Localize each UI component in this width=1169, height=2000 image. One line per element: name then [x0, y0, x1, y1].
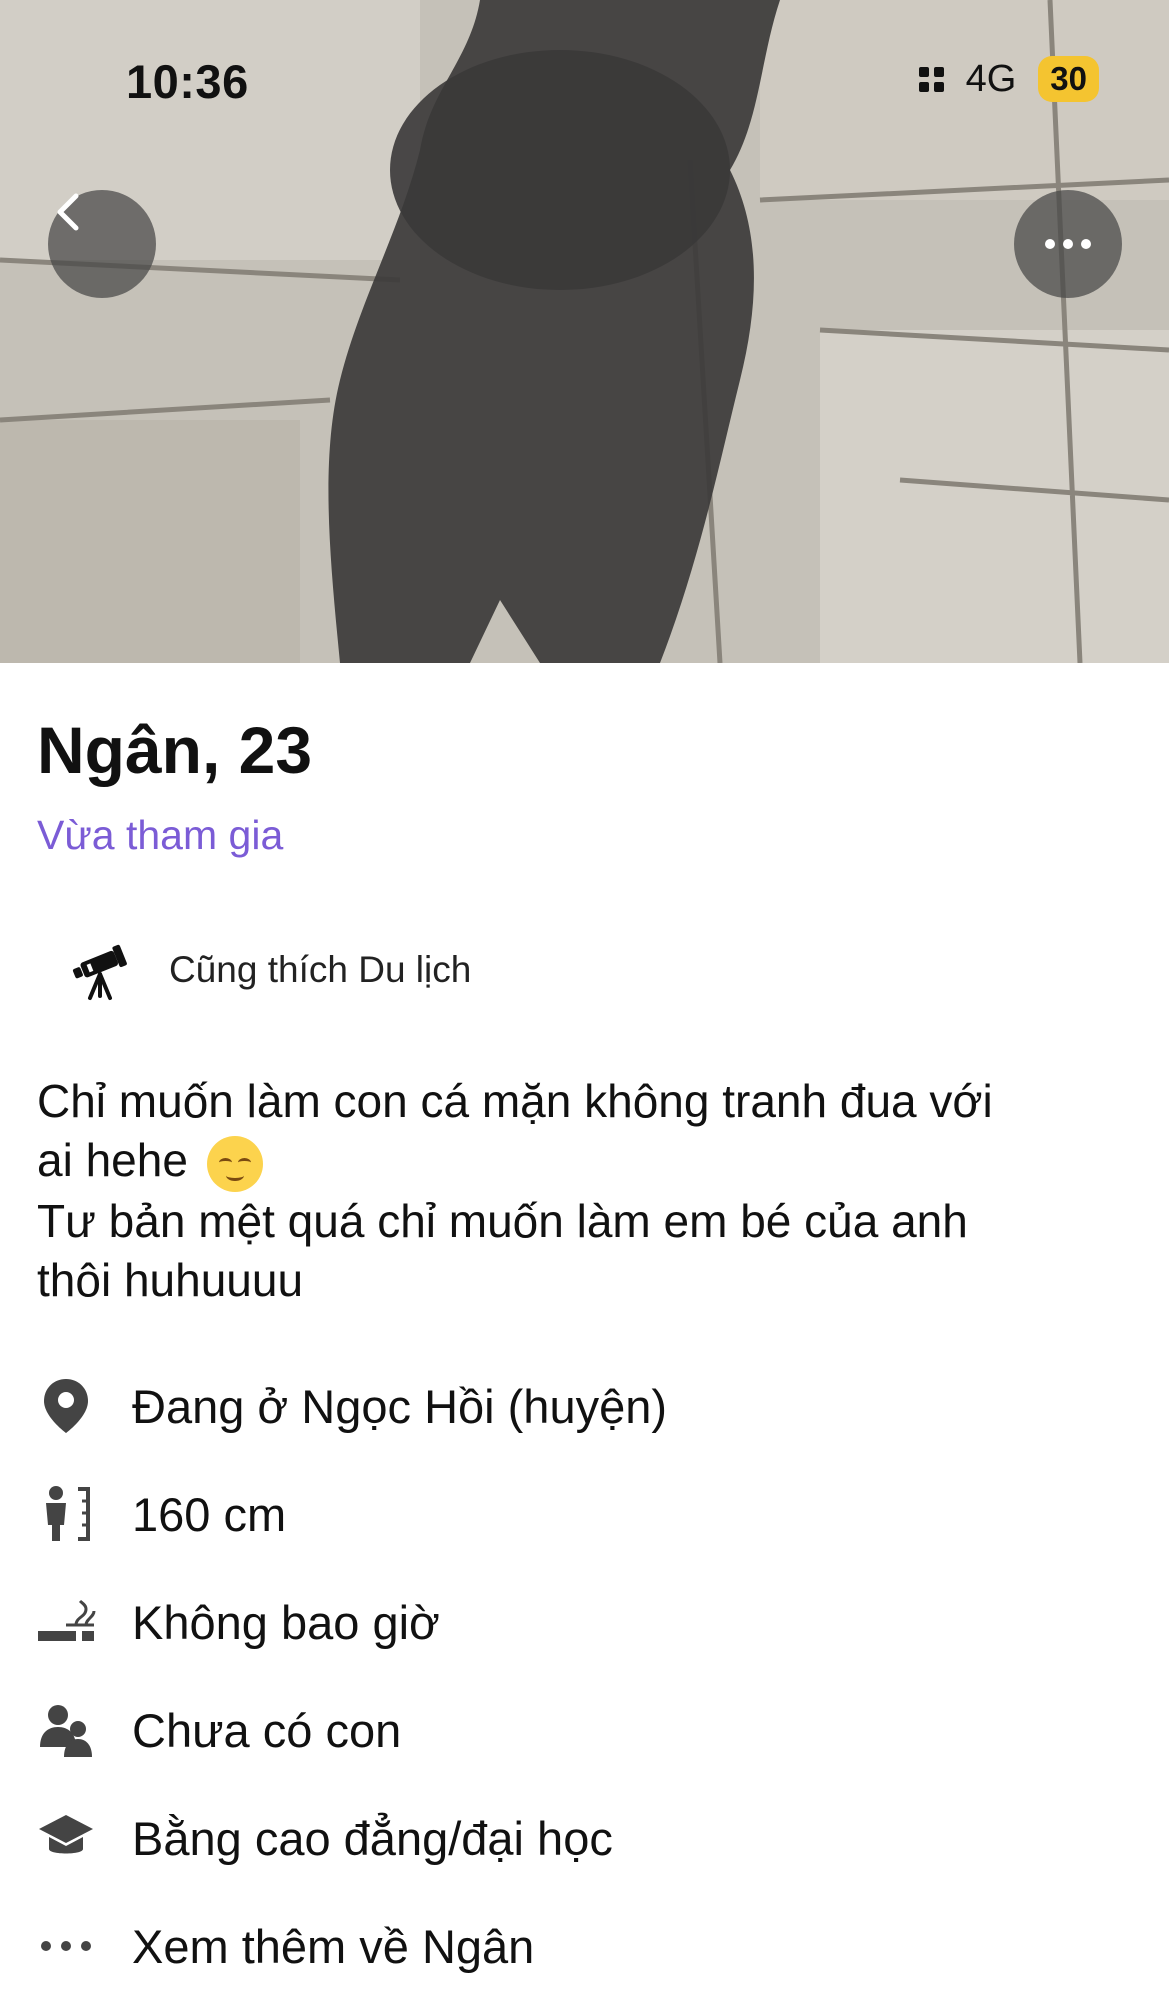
chevron-left-icon: [57, 193, 79, 231]
battery-badge: 30: [1038, 56, 1099, 102]
joined-label: Vừa tham gia: [37, 812, 284, 858]
fact-smoking: Không bao giờ: [36, 1568, 667, 1676]
status-bar-right: 4G 30: [918, 56, 1099, 102]
fact-label: Bằng cao đẳng/đại học: [132, 1811, 613, 1865]
more-horizontal-icon: [1045, 239, 1091, 249]
profile-facts-list: Đang ở Ngọc Hồi (huyện) 160 cm Không bao…: [36, 1352, 667, 2000]
fact-label: Chưa có con: [132, 1703, 402, 1757]
bio-line: thôi huhuuuu: [37, 1253, 304, 1306]
profile-photo[interactable]: 10:36 4G 30: [0, 0, 1169, 663]
smoking-icon: [36, 1592, 96, 1652]
shared-interest-label: Cũng thích Du lịch: [169, 949, 472, 990]
see-more-label[interactable]: Xem thêm về Ngân: [132, 1919, 534, 1974]
fact-location: Đang ở Ngọc Hồi (huyện): [36, 1352, 667, 1460]
fact-height: 160 cm: [36, 1460, 667, 1568]
more-options-button[interactable]: [1014, 190, 1122, 298]
location-pin-icon: [36, 1376, 96, 1436]
fact-children: Chưa có con: [36, 1676, 667, 1784]
fact-education: Bằng cao đẳng/đại học: [36, 1784, 667, 1892]
signal-icon: [918, 66, 944, 92]
fact-label: 160 cm: [132, 1487, 287, 1541]
education-icon: [36, 1808, 96, 1868]
profile-name-age: Ngân, 23: [37, 713, 313, 787]
profile-bio: Chỉ muốn làm con cá mặn không tranh đua …: [37, 1072, 1137, 1310]
fact-label: Đang ở Ngọc Hồi (huyện): [132, 1379, 668, 1433]
more-dots-icon: [36, 1916, 96, 1976]
shared-interest-row: Cũng thích Du lịch: [68, 938, 471, 1002]
status-time: 10:36: [126, 55, 249, 108]
height-icon: [36, 1484, 96, 1544]
fact-label: Không bao giờ: [132, 1595, 440, 1649]
children-icon: [36, 1700, 96, 1760]
bio-line-with-emoji: ai hehe: [37, 1131, 1137, 1192]
network-label: 4G: [965, 57, 1017, 100]
bio-line: ai hehe: [37, 1134, 188, 1186]
bio-line: Chỉ muốn làm con cá mặn không tranh đua …: [37, 1075, 993, 1127]
back-button[interactable]: [48, 190, 156, 298]
see-more-row[interactable]: Xem thêm về Ngân: [36, 1892, 667, 2000]
bio-line: Tư bản mệt quá chỉ muốn làm em bé của an…: [37, 1194, 968, 1247]
relieved-face-emoji-icon: [206, 1135, 263, 1192]
telescope-icon: [72, 944, 127, 1000]
